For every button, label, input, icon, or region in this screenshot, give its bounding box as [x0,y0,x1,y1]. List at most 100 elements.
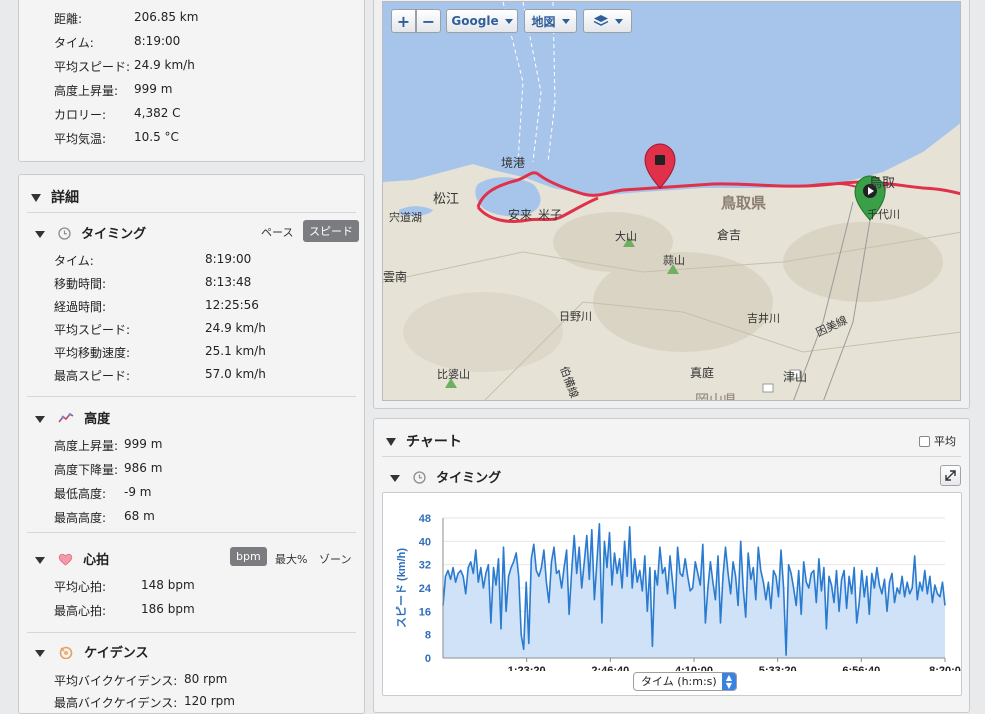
stat-value: 986 m [124,461,163,475]
map-view[interactable]: 境港 松江 宍道湖 安来 米子 大山 蒜山 倉吉 鳥取県 鳥取 千代川 雲南 日… [382,1,961,401]
collapse-triangle-icon[interactable] [35,557,45,564]
average-checkbox[interactable] [919,436,930,447]
chart-panel: チャート 平均 タイミング 0 8 16 24 32 40 48 1:23:20 2:46:40… [373,418,970,713]
zoom-out-button[interactable]: − [416,9,441,33]
stat-value: 10.5 °C [134,130,179,144]
collapse-triangle-icon[interactable] [386,438,396,446]
stat-value: 8:13:48 [205,275,252,289]
collapse-triangle-icon[interactable] [31,194,41,202]
x-axis-selector[interactable]: タイム (h:m:s) ▲ ▼ [633,672,737,691]
details-panel: 詳細 タイミング ペース スピード タイム: 8:19:00 移動時間: 8:13:4… [18,174,365,714]
stat-value: 24.9 km/h [134,58,195,72]
chevron-down-icon [504,18,513,24]
stat-value: 8:19:00 [205,252,252,266]
cadence-icon [59,646,72,660]
zone-toggle[interactable]: ゾーン [313,549,357,569]
map-label-shinjiko: 宍道湖 [389,211,422,224]
details-header[interactable]: 詳細 [31,187,79,207]
heart-header[interactable]: 心拍 [35,549,109,568]
x-tick-label: 6:56:40 [842,665,880,671]
collapse-triangle-icon[interactable] [35,231,45,238]
stat-value: 999 m [134,82,173,96]
map-type-label: 地図 [531,14,556,29]
map-layers-dropdown[interactable] [583,9,632,33]
map-label-sendai-river: 千代川 [867,208,900,221]
max-percent-toggle[interactable]: 最大% [269,549,313,569]
stat-label: 距離: [54,12,83,26]
expand-button[interactable] [940,465,961,486]
average-checkbox-group[interactable]: 平均 [919,433,956,449]
stat-label: 平均移動速度: [54,346,131,360]
map-label-maniwa: 真庭 [690,366,715,380]
stat-label: 平均スピード: [54,323,131,337]
stat-value: 57.0 km/h [205,367,266,381]
stat-label: 最高スピード: [54,369,131,383]
map-label-yoshii-river: 吉井川 [747,312,780,325]
zoom-in-button[interactable]: + [391,9,416,33]
collapse-triangle-icon[interactable] [35,416,45,423]
map-canvas[interactable] [383,2,961,401]
map-label-tottori: 鳥取 [869,176,896,191]
map-label-hino-river: 日野川 [559,310,592,323]
pace-toggle[interactable]: ペース [255,222,299,242]
y-tick-label: 32 [419,560,431,572]
average-label: 平均 [934,435,956,448]
map-label-hiruzen: 蒜山 [663,254,685,267]
stat-value: 25.1 km/h [205,344,266,358]
map-label-sakaiminato: 境港 [501,156,526,170]
stat-value: 24.9 km/h [205,321,266,335]
timing-divider [27,396,356,397]
chart-header[interactable]: チャート [386,431,462,451]
stat-value: 186 bpm [141,602,195,616]
timing-header[interactable]: タイミング [35,223,146,242]
map-label-daisen: 大山 [615,230,637,243]
stat-label: 最低高度: [54,487,107,501]
updown-icon: ▲ ▼ [722,673,736,690]
map-label-tottori-pref: 鳥取県 [721,194,767,212]
stat-label: 高度下降量: [54,463,119,477]
clock-icon [412,471,426,484]
stat-value: 12:25:56 [205,298,259,312]
stat-label: タイム: [54,254,94,268]
map-label-matsue: 松江 [433,192,460,207]
clock-icon [57,227,71,240]
y-tick-label: 48 [419,513,431,525]
chart-timing-header[interactable]: タイミング [390,467,501,486]
stat-label: 最高高度: [54,511,107,525]
stat-label: カロリー: [54,108,107,122]
expand-icon [945,470,956,481]
heart-icon [58,553,72,566]
map-provider-dropdown[interactable]: Google [446,9,518,33]
stat-label: 高度上昇量: [54,84,119,98]
stat-label: 経過時間: [54,300,107,314]
map-panel: 境港 松江 宍道湖 安来 米子 大山 蒜山 倉吉 鳥取県 鳥取 千代川 雲南 日… [373,0,970,409]
stat-value: 68 m [124,509,155,523]
collapse-triangle-icon[interactable] [390,475,400,482]
stat-value: 4,382 C [134,106,181,120]
y-tick-label: 24 [419,583,432,595]
speed-chart[interactable]: 0 8 16 24 32 40 48 1:23:20 2:46:40 4:10:00 5:33:20… [383,493,961,671]
stat-label: 平均バイクケイデンス: [54,674,178,688]
stat-value: 120 rpm [184,694,235,708]
elevation-title: 高度 [84,412,111,427]
stat-label: 最高心拍: [54,604,107,618]
details-divider [27,212,356,213]
stat-value: 206.85 km [134,10,199,24]
stat-label: 最高バイクケイデンス: [54,696,178,710]
map-label-tsuyama: 津山 [783,370,808,384]
map-label-unnan: 雲南 [383,270,408,284]
bpm-toggle[interactable]: bpm [230,547,267,566]
cadence-title: ケイデンス [84,646,149,661]
heart-divider [27,632,356,633]
collapse-triangle-icon[interactable] [35,650,45,657]
elevation-header[interactable]: 高度 [35,408,110,427]
map-label-kurayoshi: 倉吉 [717,228,742,242]
stat-label: 平均心拍: [54,580,107,594]
stat-value: -9 m [124,485,152,499]
x-tick-label: 1:23:20 [508,665,546,671]
x-axis-selector-label: タイム (h:m:s) [641,675,717,688]
speed-toggle[interactable]: スピード [303,220,359,242]
x-tick-label: 4:10:00 [675,665,713,671]
cadence-header[interactable]: ケイデンス [35,642,149,661]
map-type-dropdown[interactable]: 地図 [524,9,577,33]
